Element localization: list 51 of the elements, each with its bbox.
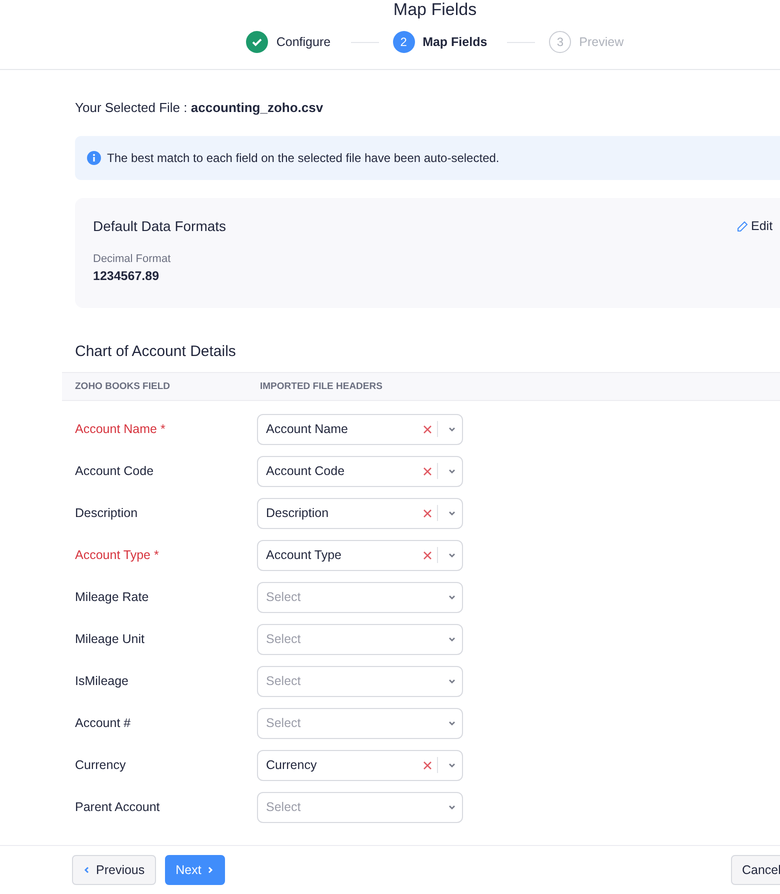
- chevron-down-icon: [448, 677, 456, 685]
- header-select[interactable]: Account Name: [257, 414, 463, 444]
- field-name: Mileage Unit: [75, 632, 146, 646]
- chevron-down-icon: [448, 635, 456, 643]
- clear-icon[interactable]: [422, 424, 432, 434]
- chevron-down-icon: [448, 761, 456, 769]
- chevron-down-icon: [448, 509, 456, 517]
- header-select[interactable]: Currency: [257, 750, 463, 780]
- clear-icon[interactable]: [422, 508, 432, 518]
- field-name: Currency: [75, 758, 127, 772]
- chevron-down-icon: [448, 551, 456, 559]
- card-title: Default Data Formats: [93, 218, 226, 234]
- chevron-down-icon: [448, 467, 456, 475]
- chevron-down-icon: [448, 425, 456, 433]
- field-name: Parent Account: [75, 800, 161, 814]
- chevron-down-icon: [448, 803, 456, 811]
- header-select[interactable]: Description: [257, 498, 463, 528]
- header-select[interactable]: Account Type: [257, 540, 463, 570]
- step-number: 3: [549, 31, 572, 53]
- selected-file-text: Your Selected File : accounting_zoho.csv: [75, 100, 324, 116]
- field-label: Decimal Format: [93, 253, 172, 265]
- field-name: IsMileage: [75, 674, 130, 688]
- field-name: Account Code: [75, 464, 155, 478]
- field-name: Mileage Rate: [75, 590, 150, 604]
- chevron-left-icon: [83, 866, 91, 874]
- field-value: 1234567.89: [93, 269, 160, 283]
- column-header: IMPORTED FILE HEADERS: [260, 381, 382, 392]
- previous-button[interactable]: Previous: [72, 855, 156, 885]
- chevron-down-icon: [448, 719, 456, 727]
- header-select[interactable]: Account Code: [257, 456, 463, 486]
- step-label: Configure: [276, 35, 331, 49]
- chevron-right-icon: [206, 866, 214, 874]
- step-number: 2: [392, 31, 415, 53]
- clear-icon[interactable]: [422, 466, 432, 476]
- info-icon: [87, 151, 101, 165]
- field-name: Account Name *: [75, 422, 166, 436]
- edit-link[interactable]: Edit: [737, 219, 773, 233]
- field-name: Description: [75, 506, 139, 520]
- step-label: Map Fields: [422, 35, 488, 49]
- column-header: ZOHO BOOKS FIELD: [75, 381, 171, 392]
- info-message: The best match to each field on the selected file have been auto-selected.: [107, 151, 500, 165]
- chevron-down-icon: [448, 593, 456, 601]
- pencil-icon: [737, 220, 748, 232]
- field-name: Account #: [75, 716, 132, 730]
- section-title: Chart of Account Details: [75, 343, 237, 361]
- clear-icon[interactable]: [422, 760, 432, 770]
- cancel-button[interactable]: Cancel: [731, 855, 780, 885]
- step-label: Preview: [579, 35, 624, 49]
- field-name: Account Type *: [75, 548, 160, 562]
- clear-icon[interactable]: [422, 550, 432, 560]
- page-title: Map Fields: [393, 0, 477, 20]
